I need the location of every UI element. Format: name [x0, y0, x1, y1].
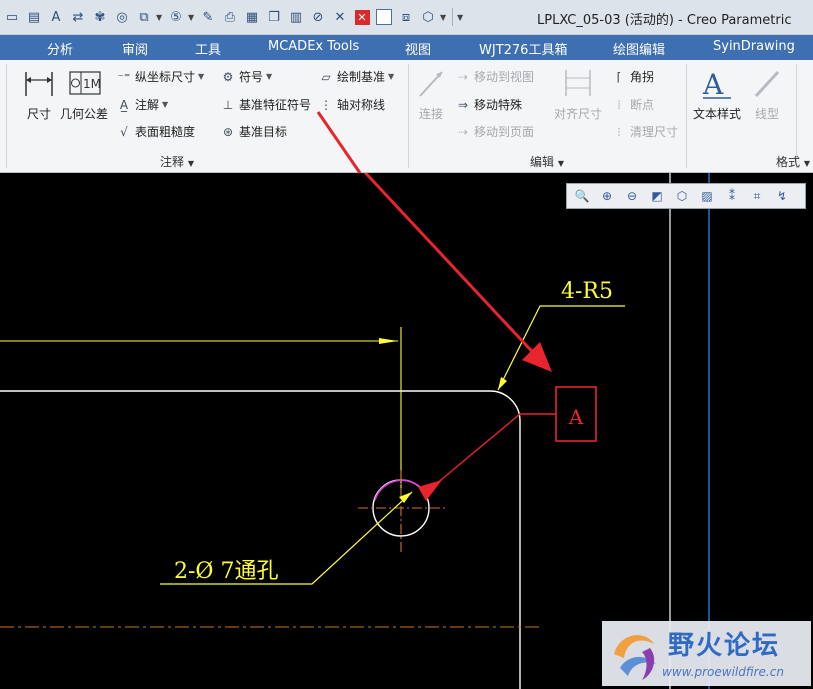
watermark-title: 野火论坛: [668, 631, 781, 661]
watermark: 野火论坛 www.proewildfire.cn: [602, 621, 811, 686]
watermark-url: www.proewildfire.cn: [662, 665, 784, 679]
watermark-logo-icon: [614, 635, 656, 680]
tutorial-arrow-start: [316, 111, 362, 174]
tutorial-arrow-overlay: [316, 111, 362, 174]
